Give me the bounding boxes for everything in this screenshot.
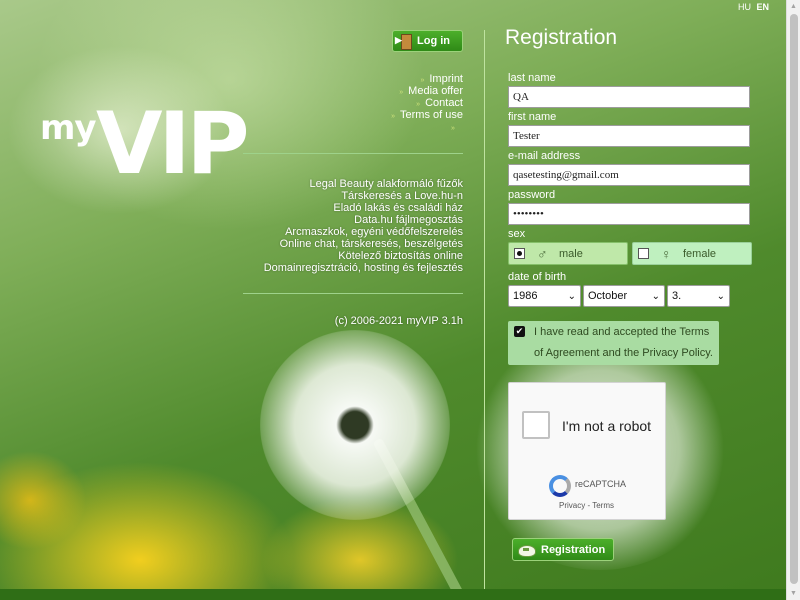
- vertical-divider: [484, 30, 485, 600]
- handshake-icon: [517, 543, 536, 557]
- scrollbar-thumb[interactable]: [790, 14, 798, 584]
- password-label: password: [508, 189, 556, 201]
- language-switcher: HU EN: [735, 2, 769, 12]
- bottom-bar: [0, 589, 786, 600]
- login-button[interactable]: Log in: [392, 30, 463, 52]
- recaptcha-label: I'm not a robot: [562, 418, 652, 434]
- dob-label: date of birth: [508, 271, 567, 283]
- recaptcha-links: Privacy - Terms: [559, 501, 614, 510]
- recaptcha-privacy-link[interactable]: Privacy: [559, 501, 585, 510]
- email-input[interactable]: qasetesting@gmail.com: [508, 164, 750, 186]
- terms-agreement[interactable]: ✔ I have read and accepted the Terms of …: [508, 321, 719, 365]
- footer-nav: » Imprint » Media offer » Contact » Terms of…: [391, 73, 463, 133]
- partner-link[interactable]: Data.hu fájlmegosztás: [264, 214, 463, 226]
- last-name-label: last name: [508, 72, 556, 84]
- chevron-down-icon: ⌄: [567, 290, 576, 302]
- nav-item-terms-of-use[interactable]: » Terms of use: [391, 109, 463, 121]
- female-label: female: [683, 247, 717, 260]
- dob-day-value: 3.: [672, 290, 682, 302]
- male-label: male: [559, 247, 583, 260]
- last-name-input[interactable]: QA: [508, 86, 750, 108]
- nav-item-media-offer[interactable]: » Media offer: [391, 85, 463, 97]
- bullet-icon: »: [399, 89, 404, 96]
- registration-submit-button[interactable]: Registration: [512, 538, 614, 561]
- terms-checkbox[interactable]: ✔: [514, 326, 525, 337]
- recaptcha-widget: I'm not a robot reCAPTCHA Privacy - Term…: [508, 382, 666, 520]
- copyright: (c) 2006-2021 myVIP 3.1h: [334, 315, 463, 327]
- terms-text-line2: of Agreement and the Privacy Policy.: [534, 347, 713, 359]
- partner-link[interactable]: Arcmaszkok, egyéni védőfelszerelés: [264, 226, 463, 238]
- door-enter-icon: [395, 34, 412, 50]
- female-radio[interactable]: [638, 248, 649, 259]
- recaptcha-terms-link[interactable]: Terms: [592, 501, 614, 510]
- password-input[interactable]: ••••••••: [508, 203, 750, 225]
- email-label: e-mail address: [508, 150, 581, 162]
- dob-day-select[interactable]: 3. ⌄: [667, 285, 730, 307]
- bullet-icon: »: [451, 125, 455, 132]
- chevron-down-icon: ⌄: [716, 290, 725, 302]
- language-hu[interactable]: HU: [738, 2, 751, 12]
- partner-links: Legal Beauty alakformáló fűzők Társkeres…: [264, 178, 463, 274]
- nav-item-contact[interactable]: » Contact: [391, 97, 463, 109]
- partner-link[interactable]: Társkeresés a Love.hu-n: [264, 190, 463, 202]
- dob-month-select[interactable]: October ⌄: [583, 285, 665, 307]
- divider: [243, 293, 463, 294]
- partner-link[interactable]: Kötelező biztosítás online: [264, 250, 463, 262]
- recaptcha-brand: reCAPTCHA: [575, 479, 627, 489]
- partner-link[interactable]: Eladó lakás és családi ház: [264, 202, 463, 214]
- logo-vip: VIP: [96, 94, 250, 194]
- logo-my: my: [40, 108, 97, 148]
- partner-link[interactable]: Online chat, társkeresés, beszélgetés: [264, 238, 463, 250]
- dob-month-value: October: [588, 290, 628, 302]
- divider: [243, 153, 463, 154]
- dob-year-value: 1986: [513, 290, 538, 302]
- sex-option-female[interactable]: ♀ female: [632, 242, 752, 265]
- bullet-icon: »: [391, 113, 396, 120]
- male-symbol-icon: ♂: [537, 245, 548, 262]
- recaptcha-logo-icon: [549, 475, 571, 497]
- login-label: Log in: [417, 35, 450, 47]
- partner-link[interactable]: Legal Beauty alakformáló fűzők: [264, 178, 463, 190]
- terms-text-line1: I have read and accepted the Terms: [534, 326, 710, 338]
- scroll-up-arrow-icon[interactable]: ▲: [790, 3, 797, 10]
- scrollbar[interactable]: ▲ ▼: [786, 0, 800, 600]
- first-name-label: first name: [508, 111, 557, 123]
- female-symbol-icon: ♀: [661, 245, 672, 262]
- sex-option-male[interactable]: ♂ male: [508, 242, 628, 265]
- sex-label: sex: [508, 228, 526, 240]
- dob-year-select[interactable]: 1986 ⌄: [508, 285, 581, 307]
- background-dandelion: [260, 330, 450, 520]
- first-name-input[interactable]: Tester: [508, 125, 750, 147]
- language-en[interactable]: EN: [756, 2, 769, 12]
- chevron-down-icon: ⌄: [651, 290, 660, 302]
- nav-item-empty[interactable]: »: [391, 121, 463, 133]
- recaptcha-checkbox[interactable]: [522, 411, 550, 439]
- scroll-down-arrow-icon[interactable]: ▼: [790, 590, 797, 597]
- male-radio[interactable]: [514, 248, 525, 259]
- bullet-icon: »: [420, 77, 425, 84]
- registration-submit-label: Registration: [541, 543, 606, 556]
- registration-title: Registration: [505, 26, 618, 49]
- page-background: my VIP Log in »Imprint »Media offer »Con…: [0, 0, 786, 600]
- partner-link[interactable]: Domainregisztráció, hosting és fejleszté…: [264, 262, 463, 274]
- nav-item-imprint[interactable]: » Imprint: [391, 73, 463, 85]
- bullet-icon: »: [416, 101, 421, 108]
